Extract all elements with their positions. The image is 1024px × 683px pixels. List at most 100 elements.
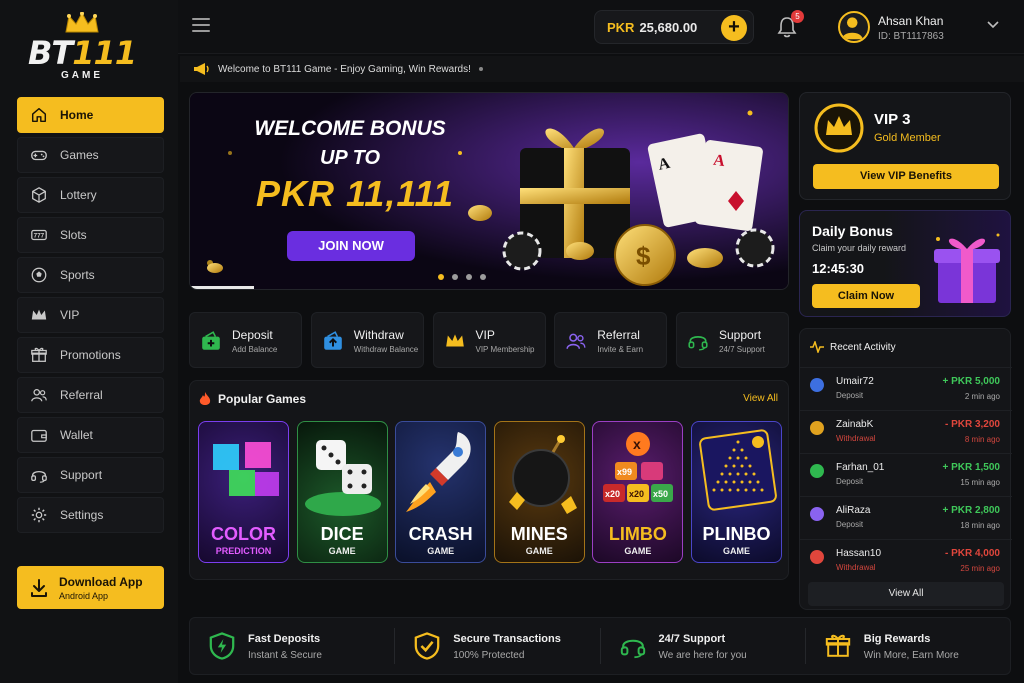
user-menu[interactable]: Ahsan Khan ID: BT1117863: [822, 8, 1012, 46]
popular-games-title: Popular Games: [218, 392, 307, 406]
quick-action-title: Referral: [597, 328, 640, 342]
carousel-dot[interactable]: [480, 274, 486, 280]
promo-banner[interactable]: A A $ WELCOME BONUS UP TO PKR 11,111 JOI…: [189, 92, 789, 290]
gift-icon: [31, 347, 47, 362]
crown-icon: [31, 309, 47, 320]
game-card-mines[interactable]: MINES GAME: [493, 421, 585, 563]
quick-action-title: VIP: [475, 328, 495, 342]
feature-sub: We are here for you: [658, 650, 747, 661]
ticker-text: Welcome to BT111 Game - Enjoy Gaming, Wi…: [218, 63, 471, 75]
quick-action-sub: Invite & Earn: [597, 345, 644, 354]
balance-display: PKR 25,680.00 +: [594, 10, 754, 44]
headset-icon: [688, 336, 708, 351]
sidebar-item-settings[interactable]: Settings: [17, 497, 164, 533]
feature-sub: Win More, Earn More: [863, 650, 959, 661]
quick-action-sub: VIP Membership: [475, 345, 535, 354]
feature-sub: 100% Protected: [453, 650, 525, 661]
activity-amount: + PKR 5,000: [942, 376, 1000, 387]
sidebar-item-promotions[interactable]: Promotions: [17, 337, 164, 373]
recent-activity-heading: Recent Activity: [810, 341, 896, 353]
quick-action-referral[interactable]: Referral Invite & Earn: [554, 312, 668, 368]
sidebar-item-home[interactable]: Home: [17, 97, 164, 133]
sidebar-item-sports[interactable]: Sports: [17, 257, 164, 293]
crown-icon: [445, 334, 464, 347]
banner-amount: PKR 11,111: [255, 173, 455, 214]
gear-icon: [31, 507, 47, 523]
game-art: x x20 x20 x50 x99: [603, 432, 674, 502]
activity-row: Farhan_01 Deposit + PKR 1,500 15 min ago: [800, 453, 1012, 496]
sidebar-item-lottery[interactable]: Lottery: [17, 177, 164, 213]
activity-list: Umair72 Deposit + PKR 5,000 2 min ago Zainab…: [800, 367, 1012, 582]
popular-view-all-link[interactable]: View All: [743, 393, 778, 404]
recent-activity-panel: Recent Activity Umair72 Deposit + PKR 5,00…: [799, 328, 1012, 610]
carousel-dot[interactable]: [452, 274, 458, 280]
view-vip-benefits-button[interactable]: View VIP Benefits: [813, 164, 999, 189]
daily-bonus-title: Daily Bonus: [812, 223, 893, 239]
sidebar-item-support[interactable]: Support: [17, 457, 164, 493]
game-card-dice[interactable]: DICE GAME: [296, 421, 388, 563]
game-card-limbo[interactable]: x x20 x20 x50 x99 LIMBO GAME: [592, 421, 684, 563]
sidebar-item-slots[interactable]: 777 Slots: [17, 217, 164, 253]
brand-name: BT111: [27, 34, 137, 72]
carousel-dots: [438, 274, 494, 280]
sidebar-item-label: Home: [60, 108, 94, 122]
activity-user: Umair72: [836, 376, 874, 387]
users-icon: [566, 333, 586, 349]
quick-action-vip[interactable]: VIP VIP Membership: [432, 312, 546, 368]
activity-type: Withdrawal: [836, 434, 876, 443]
quick-action-support[interactable]: Support 24/7 Support: [676, 312, 789, 368]
quick-action-deposit[interactable]: Deposit Add Balance: [189, 312, 302, 368]
download-app-button[interactable]: Download App Android App: [17, 566, 164, 609]
bolt-shield-icon: [209, 632, 235, 660]
activity-user: Farhan_01: [836, 462, 885, 473]
claim-now-button[interactable]: Claim Now: [812, 284, 920, 308]
quick-action-title: Support: [719, 328, 762, 342]
game-art: [699, 429, 777, 511]
quick-action-withdraw[interactable]: Withdraw Withdraw Balance: [310, 312, 424, 368]
quick-actions: Deposit Add Balance Withdraw Withdraw Balan…: [189, 312, 789, 368]
game-card-plinbo[interactable]: PLINBO GAME: [690, 421, 782, 563]
feature-item: 24/7 Support We are here for you: [601, 628, 806, 664]
game-card-crash[interactable]: CRASH GAME: [395, 421, 487, 563]
svg-text:x20: x20: [605, 489, 620, 499]
vip-level: VIP 3: [874, 111, 911, 128]
carousel-dot[interactable]: [438, 274, 444, 280]
quick-action-sub: 24/7 Support: [719, 345, 765, 354]
chevron-down-icon: [987, 21, 999, 29]
game-card-color[interactable]: COLOR PREDICTION: [198, 421, 289, 563]
brand-logo[interactable]: BT111 GAME: [22, 12, 142, 86]
notifications-button[interactable]: 5: [776, 10, 804, 39]
activity-view-all-button[interactable]: View All: [808, 582, 1004, 606]
headset-icon: [620, 639, 645, 659]
sidebar: BT111 GAME Home Games Lottery 777 Slots Sport…: [0, 0, 178, 683]
sidebar-item-referral[interactable]: Referral: [17, 377, 164, 413]
menu-toggle-icon[interactable]: [192, 18, 210, 32]
sidebar-item-wallet[interactable]: Wallet: [17, 417, 164, 453]
add-funds-button[interactable]: +: [721, 15, 747, 41]
ticker-dot: [478, 67, 483, 71]
activity-type: Withdrawal: [836, 563, 876, 572]
svg-text:$: $: [636, 241, 651, 271]
feature-title: Big Rewards: [863, 633, 931, 645]
game-art: [508, 435, 577, 514]
vip-badge-icon: [814, 103, 864, 153]
activity-time: 2 min ago: [964, 392, 1000, 401]
game-name: MINES: [510, 524, 568, 544]
recent-activity-title: Recent Activity: [830, 341, 896, 353]
sidebar-item-label: Settings: [60, 508, 104, 522]
wallet-icon: [31, 429, 47, 442]
activity-avatar: [810, 550, 824, 564]
svg-text:x50: x50: [653, 489, 668, 499]
crown-logo-icon: [65, 12, 99, 33]
game-art: [406, 432, 471, 512]
wallet-arrow-icon: [323, 331, 342, 350]
vip-card: VIP 3 Gold Member View VIP Benefits: [799, 92, 1011, 200]
feature-item: Big Rewards Win More, Earn More: [806, 628, 1010, 664]
sidebar-item-vip[interactable]: VIP: [17, 297, 164, 333]
sidebar-item-games[interactable]: Games: [17, 137, 164, 173]
join-now-button[interactable]: JOIN NOW: [287, 231, 415, 261]
carousel-dot[interactable]: [466, 274, 472, 280]
activity-time: 25 min ago: [960, 564, 1000, 573]
gift-icon: [825, 634, 850, 657]
activity-row: Hassan10 Withdrawal - PKR 4,000 25 min ago: [800, 539, 1012, 582]
